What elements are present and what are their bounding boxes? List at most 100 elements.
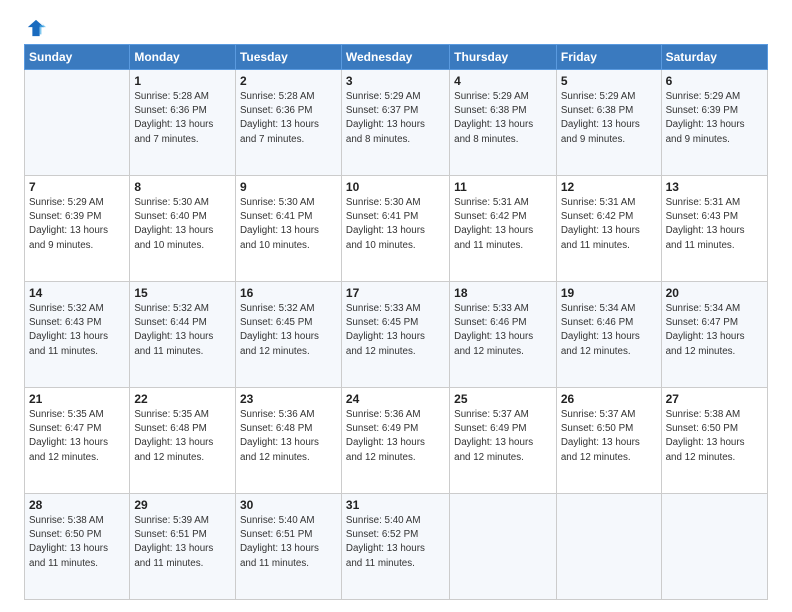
header	[24, 18, 768, 38]
day-cell: 23 Sunrise: 5:36 AM Sunset: 6:48 PM Dayli…	[235, 388, 341, 494]
day-info: Sunrise: 5:34 AM Sunset: 6:47 PM Dayligh…	[666, 302, 763, 359]
day-info: Sunrise: 5:29 AM Sunset: 6:38 PM Dayligh…	[454, 90, 552, 147]
weekday-friday: Friday	[556, 45, 661, 70]
day-info: Sunrise: 5:29 AM Sunset: 6:39 PM Dayligh…	[29, 196, 125, 253]
day-number: 18	[454, 286, 552, 300]
day-cell: 15 Sunrise: 5:32 AM Sunset: 6:44 PM Dayli…	[130, 282, 236, 388]
weekday-saturday: Saturday	[661, 45, 767, 70]
day-number: 25	[454, 392, 552, 406]
day-info: Sunrise: 5:29 AM Sunset: 6:38 PM Dayligh…	[561, 90, 657, 147]
day-info: Sunrise: 5:35 AM Sunset: 6:48 PM Dayligh…	[134, 408, 231, 465]
day-number: 29	[134, 498, 231, 512]
day-info: Sunrise: 5:38 AM Sunset: 6:50 PM Dayligh…	[29, 514, 125, 571]
day-cell: 3 Sunrise: 5:29 AM Sunset: 6:37 PM Daylig…	[341, 70, 449, 176]
day-cell: 29 Sunrise: 5:39 AM Sunset: 6:51 PM Dayli…	[130, 494, 236, 600]
day-cell: 18 Sunrise: 5:33 AM Sunset: 6:46 PM Dayli…	[450, 282, 557, 388]
day-info: Sunrise: 5:36 AM Sunset: 6:49 PM Dayligh…	[346, 408, 445, 465]
day-cell: 14 Sunrise: 5:32 AM Sunset: 6:43 PM Dayli…	[25, 282, 130, 388]
day-number: 16	[240, 286, 337, 300]
day-number: 30	[240, 498, 337, 512]
day-number: 1	[134, 74, 231, 88]
week-row-3: 21 Sunrise: 5:35 AM Sunset: 6:47 PM Dayli…	[25, 388, 768, 494]
day-info: Sunrise: 5:30 AM Sunset: 6:40 PM Dayligh…	[134, 196, 231, 253]
calendar: SundayMondayTuesdayWednesdayThursdayFrid…	[24, 44, 768, 600]
day-cell: 7 Sunrise: 5:29 AM Sunset: 6:39 PM Daylig…	[25, 176, 130, 282]
weekday-header-row: SundayMondayTuesdayWednesdayThursdayFrid…	[25, 45, 768, 70]
day-info: Sunrise: 5:30 AM Sunset: 6:41 PM Dayligh…	[346, 196, 445, 253]
day-cell: 8 Sunrise: 5:30 AM Sunset: 6:40 PM Daylig…	[130, 176, 236, 282]
day-cell	[25, 70, 130, 176]
day-number: 12	[561, 180, 657, 194]
day-number: 3	[346, 74, 445, 88]
day-number: 19	[561, 286, 657, 300]
weekday-tuesday: Tuesday	[235, 45, 341, 70]
day-number: 13	[666, 180, 763, 194]
day-cell: 22 Sunrise: 5:35 AM Sunset: 6:48 PM Dayli…	[130, 388, 236, 494]
logo-icon	[26, 18, 46, 38]
day-info: Sunrise: 5:29 AM Sunset: 6:37 PM Dayligh…	[346, 90, 445, 147]
day-info: Sunrise: 5:38 AM Sunset: 6:50 PM Dayligh…	[666, 408, 763, 465]
day-number: 14	[29, 286, 125, 300]
day-cell: 2 Sunrise: 5:28 AM Sunset: 6:36 PM Daylig…	[235, 70, 341, 176]
day-info: Sunrise: 5:39 AM Sunset: 6:51 PM Dayligh…	[134, 514, 231, 571]
weekday-wednesday: Wednesday	[341, 45, 449, 70]
day-info: Sunrise: 5:31 AM Sunset: 6:42 PM Dayligh…	[454, 196, 552, 253]
day-number: 4	[454, 74, 552, 88]
day-info: Sunrise: 5:32 AM Sunset: 6:43 PM Dayligh…	[29, 302, 125, 359]
day-cell	[661, 494, 767, 600]
day-cell: 4 Sunrise: 5:29 AM Sunset: 6:38 PM Daylig…	[450, 70, 557, 176]
day-number: 15	[134, 286, 231, 300]
day-cell	[450, 494, 557, 600]
week-row-0: 1 Sunrise: 5:28 AM Sunset: 6:36 PM Daylig…	[25, 70, 768, 176]
day-cell: 20Sunrise: 5:34 AM Sunset: 6:47 PM Dayli…	[661, 282, 767, 388]
page: SundayMondayTuesdayWednesdayThursdayFrid…	[0, 0, 792, 612]
day-number: 22	[134, 392, 231, 406]
day-cell: 31Sunrise: 5:40 AM Sunset: 6:52 PM Dayli…	[341, 494, 449, 600]
day-cell: 5Sunrise: 5:29 AM Sunset: 6:38 PM Daylig…	[556, 70, 661, 176]
day-number: 24	[346, 392, 445, 406]
day-number: 23	[240, 392, 337, 406]
day-info: Sunrise: 5:31 AM Sunset: 6:43 PM Dayligh…	[666, 196, 763, 253]
day-info: Sunrise: 5:37 AM Sunset: 6:50 PM Dayligh…	[561, 408, 657, 465]
day-number: 28	[29, 498, 125, 512]
day-number: 11	[454, 180, 552, 194]
day-info: Sunrise: 5:34 AM Sunset: 6:46 PM Dayligh…	[561, 302, 657, 359]
day-number: 2	[240, 74, 337, 88]
day-number: 6	[666, 74, 763, 88]
day-number: 26	[561, 392, 657, 406]
day-cell: 16 Sunrise: 5:32 AM Sunset: 6:45 PM Dayli…	[235, 282, 341, 388]
day-cell: 6 Sunrise: 5:29 AM Sunset: 6:39 PM Daylig…	[661, 70, 767, 176]
weekday-sunday: Sunday	[25, 45, 130, 70]
weekday-monday: Monday	[130, 45, 236, 70]
day-info: Sunrise: 5:32 AM Sunset: 6:44 PM Dayligh…	[134, 302, 231, 359]
day-cell	[556, 494, 661, 600]
day-info: Sunrise: 5:29 AM Sunset: 6:39 PM Dayligh…	[666, 90, 763, 147]
day-info: Sunrise: 5:36 AM Sunset: 6:48 PM Dayligh…	[240, 408, 337, 465]
day-cell: 12Sunrise: 5:31 AM Sunset: 6:42 PM Dayli…	[556, 176, 661, 282]
day-info: Sunrise: 5:33 AM Sunset: 6:46 PM Dayligh…	[454, 302, 552, 359]
day-number: 9	[240, 180, 337, 194]
day-number: 21	[29, 392, 125, 406]
day-cell: 30Sunrise: 5:40 AM Sunset: 6:51 PM Dayli…	[235, 494, 341, 600]
day-info: Sunrise: 5:33 AM Sunset: 6:45 PM Dayligh…	[346, 302, 445, 359]
day-number: 27	[666, 392, 763, 406]
day-number: 7	[29, 180, 125, 194]
day-number: 8	[134, 180, 231, 194]
week-row-2: 14 Sunrise: 5:32 AM Sunset: 6:43 PM Dayli…	[25, 282, 768, 388]
day-cell: 11 Sunrise: 5:31 AM Sunset: 6:42 PM Dayli…	[450, 176, 557, 282]
day-info: Sunrise: 5:28 AM Sunset: 6:36 PM Dayligh…	[240, 90, 337, 147]
day-cell: 26 Sunrise: 5:37 AM Sunset: 6:50 PM Dayli…	[556, 388, 661, 494]
day-cell: 28 Sunrise: 5:38 AM Sunset: 6:50 PM Dayli…	[25, 494, 130, 600]
day-info: Sunrise: 5:32 AM Sunset: 6:45 PM Dayligh…	[240, 302, 337, 359]
day-info: Sunrise: 5:30 AM Sunset: 6:41 PM Dayligh…	[240, 196, 337, 253]
day-cell: 27 Sunrise: 5:38 AM Sunset: 6:50 PM Dayli…	[661, 388, 767, 494]
day-number: 10	[346, 180, 445, 194]
day-cell: 17Sunrise: 5:33 AM Sunset: 6:45 PM Dayli…	[341, 282, 449, 388]
day-info: Sunrise: 5:35 AM Sunset: 6:47 PM Dayligh…	[29, 408, 125, 465]
day-cell: 24 Sunrise: 5:36 AM Sunset: 6:49 PM Dayli…	[341, 388, 449, 494]
week-row-4: 28 Sunrise: 5:38 AM Sunset: 6:50 PM Dayli…	[25, 494, 768, 600]
day-cell: 9 Sunrise: 5:30 AM Sunset: 6:41 PM Daylig…	[235, 176, 341, 282]
day-cell: 25Sunrise: 5:37 AM Sunset: 6:49 PM Dayli…	[450, 388, 557, 494]
day-info: Sunrise: 5:28 AM Sunset: 6:36 PM Dayligh…	[134, 90, 231, 147]
day-cell: 13 Sunrise: 5:31 AM Sunset: 6:43 PM Dayli…	[661, 176, 767, 282]
